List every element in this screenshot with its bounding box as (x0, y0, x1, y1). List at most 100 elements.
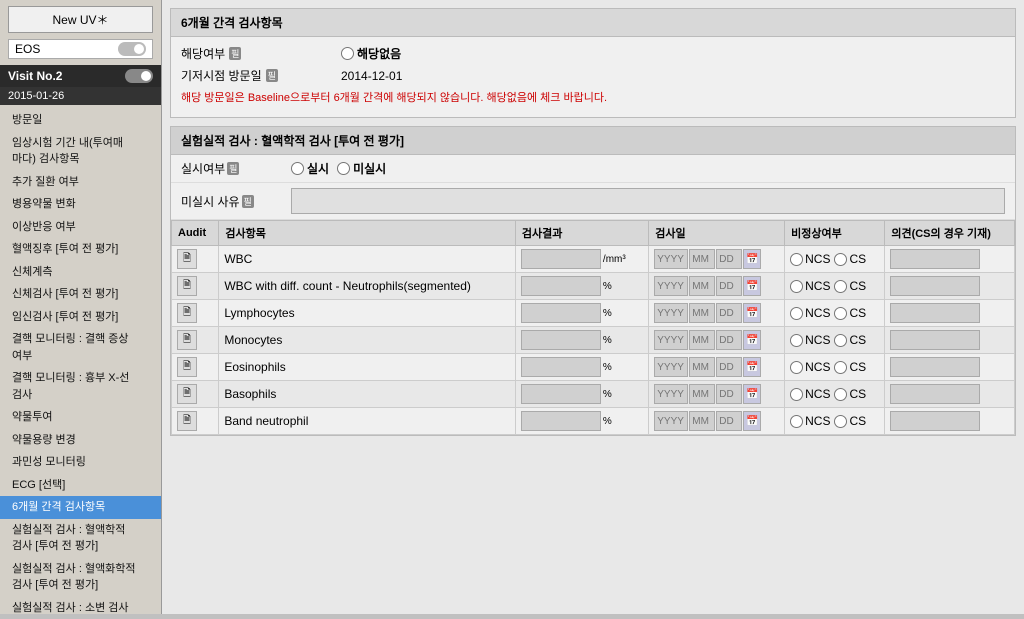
opinion-input[interactable] (890, 276, 980, 296)
nav-item-blood-pre[interactable]: 실험실적 검사 : 혈액학적검사 [투여 전 평가] (0, 519, 161, 558)
nav-item-allergy[interactable]: 과민성 모니터링 (0, 451, 161, 474)
date-mm[interactable] (689, 357, 715, 377)
ncs-radio[interactable] (790, 307, 803, 320)
applicable-no-radio[interactable] (341, 47, 354, 60)
date-dd[interactable] (716, 330, 742, 350)
performed-yes-radio[interactable] (291, 162, 304, 175)
date-dd[interactable] (716, 384, 742, 404)
opinion-input[interactable] (890, 357, 980, 377)
ncs-radio[interactable] (790, 415, 803, 428)
nav-item-tb-symptom[interactable]: 결핵 모니터링 : 결핵 증상여부 (0, 328, 161, 367)
cs-radio[interactable] (834, 388, 847, 401)
calendar-button[interactable]: 📅 (743, 303, 761, 323)
ncs-radio[interactable] (790, 388, 803, 401)
performed-yes-label[interactable]: 실시 (291, 160, 329, 177)
nav-item-6month[interactable]: 6개월 간격 검사항목 (0, 496, 161, 519)
nav-item-drug-admin[interactable]: 약물투여 (0, 406, 161, 429)
result-input[interactable] (521, 411, 601, 431)
date-yyyy[interactable] (654, 276, 688, 296)
calendar-button[interactable]: 📅 (743, 411, 761, 431)
cs-radio[interactable] (834, 361, 847, 374)
opinion-input[interactable] (890, 384, 980, 404)
ncs-radio[interactable] (790, 361, 803, 374)
date-dd[interactable] (716, 303, 742, 323)
not-performed-textarea[interactable] (291, 188, 1005, 214)
opinion-input[interactable] (890, 303, 980, 323)
new-uv-button[interactable]: New UV＊ (8, 6, 153, 33)
nav-item-concomitant[interactable]: 병용약물 변화 (0, 193, 161, 216)
audit-icon[interactable]: 🗎 (177, 249, 197, 269)
audit-icon[interactable]: 🗎 (177, 411, 197, 431)
cs-label[interactable]: CS (834, 279, 866, 293)
ncs-label[interactable]: NCS (790, 252, 830, 266)
date-mm[interactable] (689, 249, 715, 269)
nav-item-ecg[interactable]: ECG [선택] (0, 474, 161, 497)
date-yyyy[interactable] (654, 411, 688, 431)
ncs-label[interactable]: NCS (790, 333, 830, 347)
audit-icon[interactable]: 🗎 (177, 384, 197, 404)
performed-no-radio[interactable] (337, 162, 350, 175)
result-input[interactable] (521, 330, 601, 350)
nav-item-physical-exam[interactable]: 신체검사 [투여 전 평가] (0, 283, 161, 306)
calendar-button[interactable]: 📅 (743, 330, 761, 350)
audit-icon[interactable]: 🗎 (177, 330, 197, 350)
date-dd[interactable] (716, 276, 742, 296)
nav-item-blood-chem-pre[interactable]: 실험실적 검사 : 혈액화학적검사 [투여 전 평가] (0, 558, 161, 597)
nav-item-drug-dose[interactable]: 약물용량 변경 (0, 429, 161, 452)
date-dd[interactable] (716, 249, 742, 269)
date-dd[interactable] (716, 357, 742, 377)
ncs-label[interactable]: NCS (790, 387, 830, 401)
opinion-input[interactable] (890, 330, 980, 350)
date-mm[interactable] (689, 303, 715, 323)
applicable-no-label[interactable]: 해당없음 (341, 45, 401, 62)
cs-label[interactable]: CS (834, 306, 866, 320)
result-input[interactable] (521, 276, 601, 296)
ncs-label[interactable]: NCS (790, 306, 830, 320)
cs-label[interactable]: CS (834, 333, 866, 347)
visit-toggle[interactable] (125, 69, 153, 83)
cs-radio[interactable] (834, 253, 847, 266)
date-dd[interactable] (716, 411, 742, 431)
nav-item-pregnancy[interactable]: 임신검사 [투여 전 평가] (0, 306, 161, 329)
cs-radio[interactable] (834, 307, 847, 320)
nav-item-tb-xray[interactable]: 결핵 모니터링 : 흉부 X-선검사 (0, 367, 161, 406)
result-input[interactable] (521, 357, 601, 377)
cs-radio[interactable] (834, 334, 847, 347)
result-input[interactable] (521, 249, 601, 269)
ncs-radio[interactable] (790, 253, 803, 266)
opinion-input[interactable] (890, 411, 980, 431)
nav-item-physical[interactable]: 신체계측 (0, 261, 161, 284)
date-yyyy[interactable] (654, 357, 688, 377)
ncs-radio[interactable] (790, 334, 803, 347)
cs-label[interactable]: CS (834, 252, 866, 266)
nav-item-followup[interactable]: 추가 질환 여부 (0, 171, 161, 194)
calendar-button[interactable]: 📅 (743, 357, 761, 377)
date-mm[interactable] (689, 330, 715, 350)
cs-radio[interactable] (834, 415, 847, 428)
audit-icon[interactable]: 🗎 (177, 357, 197, 377)
ncs-label[interactable]: NCS (790, 360, 830, 374)
date-yyyy[interactable] (654, 330, 688, 350)
calendar-button[interactable]: 📅 (743, 249, 761, 269)
cs-label[interactable]: CS (834, 360, 866, 374)
date-yyyy[interactable] (654, 384, 688, 404)
nav-item-bangmunl[interactable]: 방문일 (0, 109, 161, 132)
ncs-label[interactable]: NCS (790, 279, 830, 293)
result-input[interactable] (521, 384, 601, 404)
cs-label[interactable]: CS (834, 414, 866, 428)
nav-item-adverse[interactable]: 이상반응 여부 (0, 216, 161, 239)
date-mm[interactable] (689, 276, 715, 296)
calendar-button[interactable]: 📅 (743, 384, 761, 404)
result-input[interactable] (521, 303, 601, 323)
performed-no-label[interactable]: 미실시 (337, 160, 386, 177)
calendar-button[interactable]: 📅 (743, 276, 761, 296)
date-mm[interactable] (689, 384, 715, 404)
eos-toggle[interactable] (118, 42, 146, 56)
nav-item-urine[interactable]: 실험실적 검사 : 소변 검사 (0, 597, 161, 619)
audit-icon[interactable]: 🗎 (177, 303, 197, 323)
nav-item-clinical[interactable]: 임상시험 기간 내(투여매마다) 검사항목 (0, 132, 161, 171)
ncs-label[interactable]: NCS (790, 414, 830, 428)
audit-icon[interactable]: 🗎 (177, 276, 197, 296)
cs-radio[interactable] (834, 280, 847, 293)
ncs-radio[interactable] (790, 280, 803, 293)
